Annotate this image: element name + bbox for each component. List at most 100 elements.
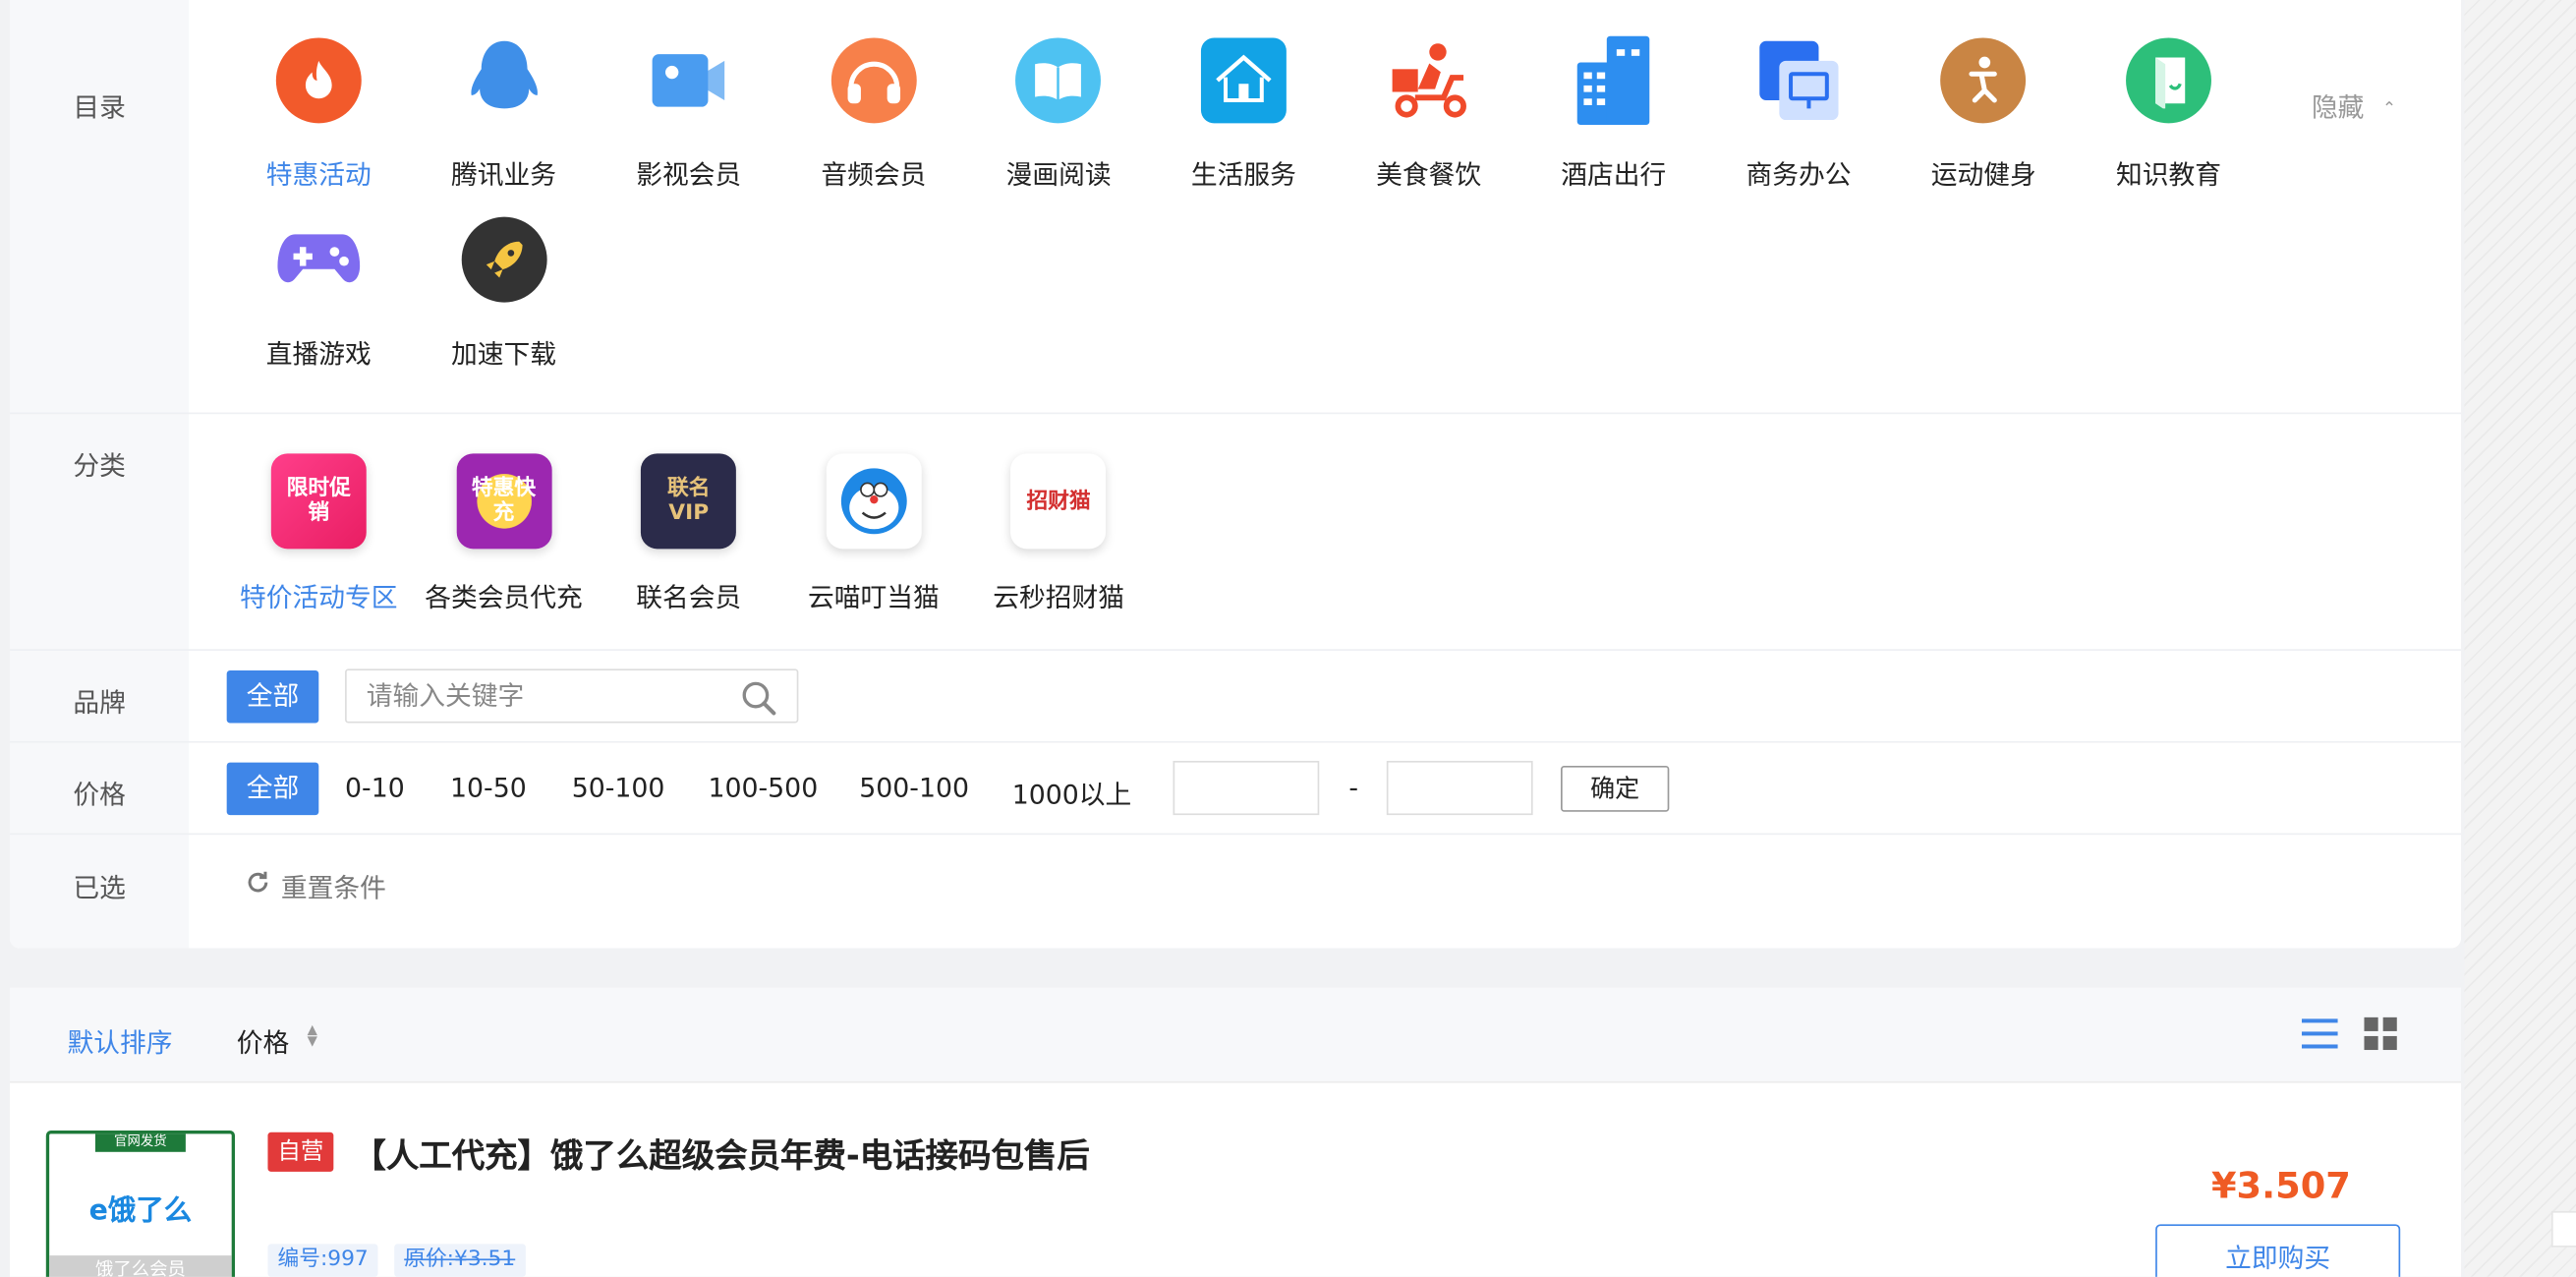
grid-view-icon[interactable] (2364, 1016, 2397, 1057)
hide-toggle-button[interactable]: 隐藏 ⌃ (2312, 86, 2396, 125)
category-item-label: 云秒招财猫 (993, 581, 1125, 613)
catalog-label: 目录 (73, 91, 126, 124)
price-label: 价格 (73, 779, 126, 811)
price-min-input[interactable] (1173, 760, 1320, 816)
category-icon-text: 联名VIP (666, 476, 711, 526)
catalog-item-label: 酒店出行 (1561, 159, 1667, 191)
notebook-icon (2126, 37, 2211, 124)
catalog-item-label: 知识教育 (2115, 159, 2222, 191)
category-item[interactable]: 招财猫 云秒招财猫 (967, 453, 1151, 614)
category-item-label: 联名会员 (636, 581, 742, 613)
chevron-up-icon: ⌃ (2382, 99, 2397, 119)
hide-toggle-label: 隐藏 (2311, 91, 2365, 124)
monitor-icon (1756, 37, 1842, 123)
category-item[interactable]: 限时促销特价活动专区 (227, 453, 411, 614)
fitness-icon (1940, 37, 2027, 124)
house-icon (1200, 37, 1287, 124)
refresh-icon (245, 869, 271, 901)
price-option[interactable]: 10-50 (450, 773, 527, 804)
sort-default-button[interactable]: 默认排序 (68, 1020, 173, 1060)
price-option[interactable]: 0-10 (345, 773, 405, 804)
brand-label: 品牌 (73, 686, 126, 719)
price-all-button[interactable]: 全部 (226, 762, 319, 816)
buy-now-button[interactable]: 立即购买 (2155, 1224, 2401, 1277)
product-thumbnail[interactable]: 官网发货 e饿了么 饿了么会员 (45, 1131, 236, 1277)
catalog-item-label: 加速下载 (450, 338, 556, 371)
building-icon (1571, 35, 1656, 126)
sort-arrows-icon[interactable]: ▲ ▼ (308, 1023, 317, 1048)
category-item[interactable]: 云喵叮当猫 (781, 453, 965, 614)
divider (10, 649, 2462, 651)
catalog-item[interactable]: 直播游戏 (227, 217, 411, 372)
catalog-item-label: 音频会员 (821, 159, 927, 191)
category-label: 分类 (73, 450, 126, 482)
selected-label: 已选 (73, 872, 126, 904)
background-decoration (2464, 0, 2576, 1277)
product-price: ¥3.507 (2210, 1166, 2351, 1208)
category-item[interactable]: 联名VIP 联名会员 (597, 453, 780, 614)
product-title[interactable]: 【人工代充】饿了么超级会员年费-电话接码包售后 (353, 1129, 1089, 1176)
price-confirm-button[interactable]: 确定 (1561, 765, 1670, 812)
price-option[interactable]: 100-500 (708, 773, 818, 804)
filter-panel: 目录 特惠活动 腾讯业务 影视会员 音频会员 漫画阅读 生活服务 美食餐饮 酒店出行 商务办公 运… (10, 0, 2462, 949)
open-book-icon (1015, 37, 1102, 124)
catalog-item-label: 影视会员 (636, 159, 742, 191)
divider (10, 833, 2462, 836)
video-camera-icon (646, 37, 731, 123)
category-item[interactable]: 特惠快充各类会员代充 (412, 453, 596, 614)
price-option[interactable]: 500-100 (859, 773, 969, 804)
catalog-item-label: 直播游戏 (265, 338, 372, 371)
price-max-input[interactable] (1386, 760, 1533, 816)
catalog-item[interactable]: 漫画阅读 (967, 37, 1151, 192)
rocket-icon (461, 216, 546, 303)
thumbnail-ribbon: 官网发货 (94, 1133, 186, 1152)
thumbnail-caption: 饿了么会员 (49, 1255, 232, 1277)
brand-search-input[interactable] (366, 670, 745, 722)
reset-conditions-label: 重置条件 (280, 872, 386, 904)
catalog-item[interactable]: 知识教育 (2077, 37, 2261, 192)
divider (10, 412, 2462, 415)
catalog-item[interactable]: 运动健身 (1892, 37, 2076, 192)
sort-price-button[interactable]: 价格 (237, 1020, 290, 1060)
gamepad-icon (276, 217, 362, 303)
category-item-label: 各类会员代充 (425, 581, 583, 613)
brand-search-box (345, 668, 799, 724)
catalog-item-label: 漫画阅读 (1005, 159, 1112, 191)
brand-all-button[interactable]: 全部 (226, 670, 319, 724)
catalog-item[interactable]: 生活服务 (1152, 37, 1336, 192)
catalog-item[interactable]: 腾讯业务 (412, 37, 596, 192)
search-icon[interactable] (741, 680, 777, 723)
category-icon-text: 限时促销 (286, 476, 351, 526)
catalog-item-label: 商务办公 (1746, 159, 1852, 191)
category-item-label: 特价活动专区 (240, 581, 398, 613)
catalog-item-label: 特惠活动 (265, 159, 372, 191)
catalog-item[interactable]: 加速下载 (412, 216, 596, 372)
lucky-cat-icon: 招财猫 (1010, 453, 1107, 550)
reset-conditions-button[interactable]: 重置条件 (245, 866, 386, 905)
price-option[interactable]: 50-100 (572, 773, 665, 804)
special-recharge-icon: 特惠快充 (456, 453, 551, 550)
category-icon-text: 特惠快充 (471, 476, 537, 526)
fire-icon (275, 37, 362, 124)
price-option[interactable]: 1000以上 (1012, 773, 1132, 812)
catalog-item[interactable]: 酒店出行 (1521, 35, 1705, 192)
vip-diamond-icon: 联名VIP (641, 453, 737, 550)
limited-sale-icon: 限时促销 (270, 453, 367, 550)
doraemon-icon (826, 453, 922, 550)
catalog-item[interactable]: 特惠活动 (227, 37, 411, 192)
catalog-item-label: 生活服务 (1190, 159, 1296, 191)
list-view-icon[interactable] (2301, 1017, 2338, 1057)
catalog-item[interactable]: 音频会员 (781, 37, 965, 192)
page: 目录 特惠活动 腾讯业务 影视会员 音频会员 漫画阅读 生活服务 美食餐饮 酒店出行 商务办公 运… (0, 0, 2576, 1277)
category-icon-text: 招财猫 (1026, 489, 1091, 514)
headphones-icon (830, 37, 917, 124)
side-tool-peek[interactable] (2550, 1210, 2576, 1248)
product-card[interactable]: 官网发货 e饿了么 饿了么会员 自营 【人工代充】饿了么超级会员年费-电话接码包… (10, 1082, 2462, 1277)
catalog-item-label: 腾讯业务 (450, 159, 556, 191)
product-id-tag: 编号:997 (267, 1244, 378, 1277)
catalog-item[interactable]: 美食餐饮 (1337, 37, 1520, 192)
catalog-item-label: 美食餐饮 (1376, 159, 1482, 191)
divider (10, 740, 2462, 743)
catalog-item[interactable]: 影视会员 (597, 37, 780, 192)
catalog-item[interactable]: 商务办公 (1706, 37, 1890, 192)
